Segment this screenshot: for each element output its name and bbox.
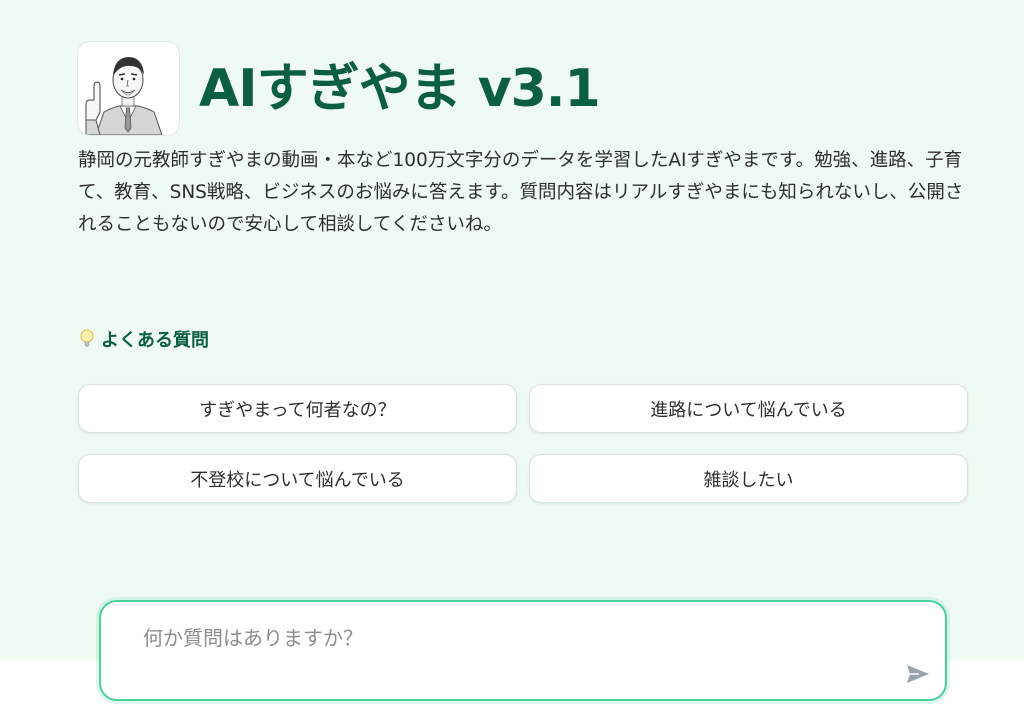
chat-input-box	[99, 600, 947, 701]
faq-button-label: 不登校について悩んでいる	[190, 469, 405, 491]
lightbulb-icon	[78, 328, 96, 350]
faq-button-who-is-sugiyama[interactable]: すぎやまって何者なの？	[78, 384, 517, 433]
header: AIすぎやま v3.1	[78, 42, 601, 135]
page-title: AIすぎやま v3.1	[199, 58, 601, 119]
faq-button-label: 雑談したい	[703, 469, 794, 491]
faq-button-label: 進路について悩んでいる	[650, 399, 847, 421]
faq-heading-label: よくある質問	[101, 330, 209, 351]
faq-button-school-refusal[interactable]: 不登校について悩んでいる	[78, 454, 517, 503]
description-text: 静岡の元教師すぎやまの動画・本など100万文字分のデータを学習したAIすぎやまで…	[78, 150, 964, 235]
faq-button-small-talk[interactable]: 雑談したい	[529, 454, 968, 503]
send-button[interactable]	[903, 659, 933, 689]
faq-heading: よくある質問	[78, 326, 209, 352]
avatar-illustration-icon	[78, 42, 179, 135]
faq-grid: すぎやまって何者なの？ 進路について悩んでいる 不登校について悩んでいる 雑談し…	[78, 384, 968, 503]
send-icon	[907, 665, 929, 683]
faq-button-career-worries[interactable]: 進路について悩んでいる	[529, 384, 968, 433]
chat-input[interactable]	[141, 620, 845, 656]
faq-button-label: すぎやまって何者なの？	[199, 399, 396, 421]
avatar	[78, 42, 179, 135]
